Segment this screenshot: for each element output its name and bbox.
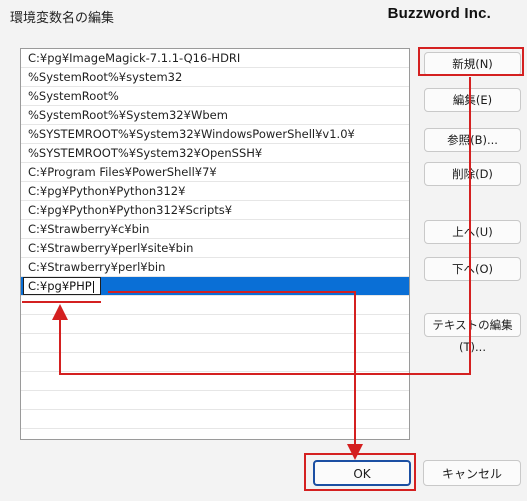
list-item[interactable]: %SystemRoot%¥System32¥Wbem xyxy=(21,106,409,125)
path-edit-field[interactable]: C:¥pg¥PHP xyxy=(23,277,101,295)
empty-row xyxy=(21,334,409,353)
delete-button[interactable]: 削除(D) xyxy=(424,162,521,186)
cancel-button[interactable]: キャンセル xyxy=(423,460,521,486)
edit-text-button[interactable]: テキストの編集(T)... xyxy=(424,313,521,354)
text-caret xyxy=(92,280,94,293)
dialog-title: 環境変数名の編集 xyxy=(10,11,115,26)
move-up-button[interactable]: 上へ(U) xyxy=(424,220,521,244)
empty-row xyxy=(21,353,409,372)
empty-row xyxy=(21,391,409,410)
move-down-button[interactable]: 下へ(O) xyxy=(424,257,521,281)
browse-button[interactable]: 参照(B)... xyxy=(424,128,521,152)
list-item[interactable]: C:¥Strawberry¥perl¥bin xyxy=(21,258,409,277)
empty-row xyxy=(21,315,409,334)
list-item[interactable]: %SYSTEMROOT%¥System32¥OpenSSH¥ xyxy=(21,144,409,163)
new-button[interactable]: 新規(N) xyxy=(424,52,521,76)
empty-row xyxy=(21,296,409,315)
list-item[interactable]: C:¥pg¥Python¥Python312¥ xyxy=(21,182,409,201)
list-item[interactable]: %SystemRoot% xyxy=(21,87,409,106)
list-item[interactable]: %SYSTEMROOT%¥System32¥WindowsPowerShell¥… xyxy=(21,125,409,144)
ok-button[interactable]: OK xyxy=(313,460,411,486)
brand-label: Buzzword Inc. xyxy=(387,5,491,22)
list-item[interactable]: C:¥Program Files¥PowerShell¥7¥ xyxy=(21,163,409,182)
empty-row xyxy=(21,410,409,429)
list-item[interactable]: C:¥pg¥Python¥Python312¥Scripts¥ xyxy=(21,201,409,220)
empty-row xyxy=(21,372,409,391)
path-edit-value: C:¥pg¥PHP xyxy=(28,279,92,293)
empty-row xyxy=(21,429,409,439)
path-list[interactable]: C:¥pg¥ImageMagick-7.1.1-Q16-HDRI %System… xyxy=(20,48,410,440)
list-item[interactable]: C:¥Strawberry¥c¥bin xyxy=(21,220,409,239)
edit-button[interactable]: 編集(E) xyxy=(424,88,521,112)
list-item[interactable]: C:¥Strawberry¥perl¥site¥bin xyxy=(21,239,409,258)
list-item[interactable]: C:¥pg¥ImageMagick-7.1.1-Q16-HDRI xyxy=(21,49,409,68)
list-item-editing[interactable]: C:¥pg¥PHP xyxy=(21,277,409,296)
list-item[interactable]: %SystemRoot%¥system32 xyxy=(21,68,409,87)
